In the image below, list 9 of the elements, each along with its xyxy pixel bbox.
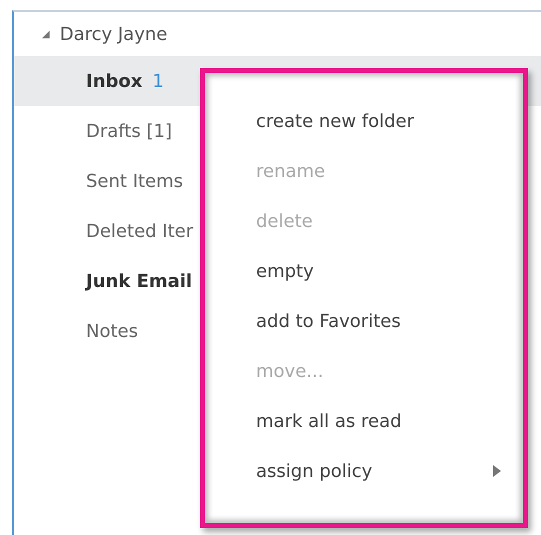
account-name[interactable]: Darcy Jayne: [60, 24, 168, 44]
unread-count: 1: [152, 70, 164, 92]
expand-caret[interactable]: ◢: [42, 28, 50, 40]
menu-item[interactable]: mark all as read: [205, 396, 523, 446]
submenu-arrow-icon: [493, 465, 501, 477]
menu-item[interactable]: create new folder: [205, 96, 523, 146]
menu-item[interactable]: empty: [205, 246, 523, 296]
menu-item[interactable]: add to Favorites: [205, 296, 523, 346]
menu-item[interactable]: assign policy: [205, 446, 523, 496]
